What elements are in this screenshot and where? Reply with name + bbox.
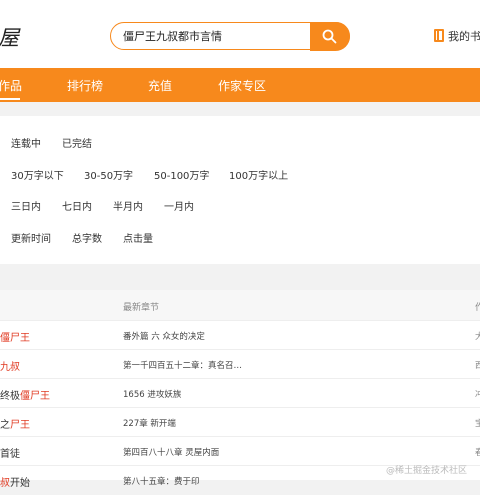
- book-title-match: 僵尸王: [20, 391, 50, 402]
- book-title-part: 之: [0, 420, 10, 431]
- search-input[interactable]: 僵尸王九叔都市言情: [123, 28, 222, 44]
- author-name[interactable]: 大: [475, 330, 480, 342]
- book-title[interactable]: 叔开始: [0, 474, 30, 489]
- nav-active-indicator: [0, 98, 20, 100]
- sort-word-count[interactable]: 总字数: [72, 230, 102, 245]
- column-latest-chapter: 最新章节: [123, 303, 160, 313]
- author-name[interactable]: 冲: [475, 388, 480, 400]
- filter-500k-1m[interactable]: 50-100万字: [154, 167, 209, 182]
- nav-item-author-zone[interactable]: 作家专区: [218, 77, 266, 94]
- author-name[interactable]: 宝: [475, 417, 480, 429]
- filter-under-300k[interactable]: 30万字以下: [11, 167, 64, 182]
- search-button[interactable]: [310, 21, 350, 51]
- site-logo[interactable]: 屋: [0, 22, 19, 52]
- book-title-match: 尸王: [10, 420, 30, 431]
- author-name[interactable]: 西: [475, 359, 480, 371]
- main-nav: 作品 排行榜 充值 作家专区: [0, 68, 480, 102]
- book-table: 最新章节 作 僵尸王 番外篇 六 众女的决定 大 九叔 第一千四百五十二章：真名…: [0, 290, 480, 489]
- book-title-part: 首徒: [0, 449, 20, 460]
- nav-item-recharge[interactable]: 充值: [148, 77, 172, 94]
- author-name[interactable]: 春: [475, 446, 480, 458]
- nav-item-rankings[interactable]: 排行榜: [67, 77, 103, 94]
- book-title[interactable]: 僵尸王: [0, 329, 30, 344]
- book-title[interactable]: 终极僵尸王: [0, 387, 50, 402]
- filter-7-days[interactable]: 七日内: [62, 198, 92, 213]
- book-title-match: 僵尸王: [0, 333, 30, 344]
- book-title-part: 终极: [0, 391, 20, 402]
- filter-half-month[interactable]: 半月内: [113, 198, 143, 213]
- sort-update-time[interactable]: 更新时间: [11, 230, 51, 245]
- my-bookshelf-link[interactable]: 我的书: [434, 28, 480, 44]
- table-row: 之尸王 227章 新开端 宝: [0, 407, 480, 437]
- latest-chapter-link[interactable]: 1656 进攻妖族: [123, 388, 181, 400]
- latest-chapter-link[interactable]: 227章 新开端: [123, 417, 176, 429]
- filter-completed[interactable]: 已完结: [62, 135, 92, 150]
- latest-chapter-link[interactable]: 番外篇 六 众女的决定: [123, 330, 205, 342]
- book-title[interactable]: 首徒: [0, 445, 20, 460]
- book-title[interactable]: 之尸王: [0, 416, 30, 431]
- bookshelf-icon: [434, 29, 444, 42]
- filter-300k-500k[interactable]: 30-50万字: [84, 167, 133, 182]
- nav-item-works[interactable]: 作品: [0, 77, 22, 94]
- table-row: 僵尸王 番外篇 六 众女的决定 大: [0, 320, 480, 350]
- latest-chapter-link[interactable]: 第八十五章：费于印: [123, 475, 200, 487]
- book-title[interactable]: 九叔: [0, 358, 20, 373]
- my-bookshelf-label: 我的书: [448, 30, 480, 43]
- column-author: 作: [475, 303, 480, 313]
- latest-chapter-link[interactable]: 第一千四百五十二章：真名召…: [123, 359, 242, 371]
- table-row: 终极僵尸王 1656 进攻妖族 冲: [0, 378, 480, 408]
- search-bar[interactable]: 僵尸王九叔都市言情: [110, 21, 350, 51]
- book-title-match: 九叔: [0, 362, 20, 373]
- filter-over-1m[interactable]: 100万字以上: [229, 167, 288, 182]
- sort-clicks[interactable]: 点击量: [123, 230, 153, 245]
- filter-one-month[interactable]: 一月内: [164, 198, 194, 213]
- filter-3-days[interactable]: 三日内: [11, 198, 41, 213]
- watermark-text: @稀土掘金技术社区: [386, 466, 468, 476]
- search-icon: [322, 29, 337, 43]
- latest-chapter-link[interactable]: 第四百八十八章 灵屋内面: [123, 446, 219, 458]
- filter-serializing[interactable]: 连载中: [11, 135, 41, 150]
- table-header: 最新章节 作: [0, 290, 480, 320]
- filter-panel: 连载中 已完结 30万字以下 30-50万字 50-100万字 100万字以上 …: [0, 116, 480, 264]
- top-header: 屋 僵尸王九叔都市言情 我的书: [0, 0, 480, 68]
- table-row: 首徒 第四百八十八章 灵屋内面 春: [0, 436, 480, 466]
- table-row: 九叔 第一千四百五十二章：真名召… 西: [0, 349, 480, 379]
